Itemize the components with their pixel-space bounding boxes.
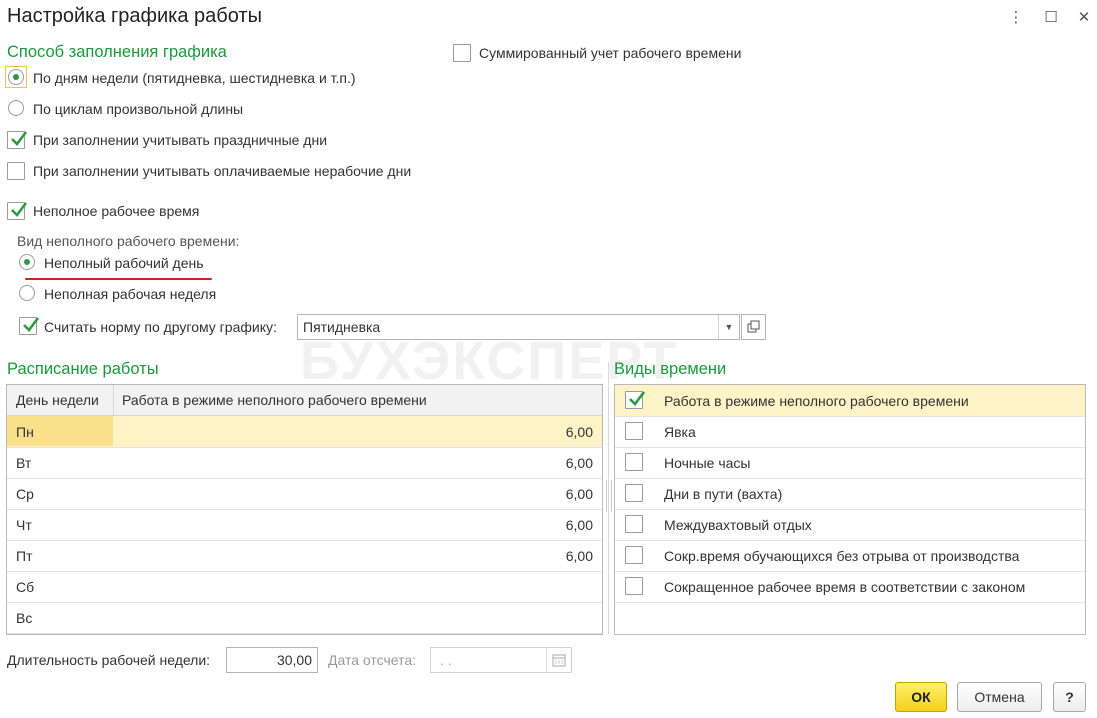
part-time-label: Неполное рабочее время xyxy=(33,203,200,219)
table-row[interactable]: Ср 6,00 xyxy=(7,478,602,510)
time-type-checkbox[interactable] xyxy=(625,453,643,471)
hours-cell: 6,00 xyxy=(565,455,593,471)
time-type-label: Сокр.время обучающихся без отрыва от про… xyxy=(664,548,1020,564)
hours-cell: 6,00 xyxy=(565,424,593,440)
day-cell: Вс xyxy=(16,610,33,626)
schedule-table: День недели Работа в режиме неполного ра… xyxy=(6,384,603,635)
ref-date-input[interactable]: . . xyxy=(430,647,572,673)
list-item[interactable]: Явка xyxy=(615,416,1085,448)
ok-button[interactable]: ОК xyxy=(895,682,947,712)
table-row[interactable]: Чт 6,00 xyxy=(7,509,602,541)
part-time-week-label: Неполная рабочая неделя xyxy=(44,286,217,302)
cancel-button[interactable]: Отмена xyxy=(957,682,1042,712)
day-cell: Пн xyxy=(16,424,34,440)
holidays-checkbox[interactable] xyxy=(7,131,28,149)
list-item[interactable]: Ночные часы xyxy=(615,447,1085,479)
open-schedule-button[interactable] xyxy=(741,314,766,340)
part-time-day-label: Неполный рабочий день xyxy=(44,255,204,271)
list-item[interactable]: Сокр.время обучающихся без отрыва от про… xyxy=(615,540,1085,572)
time-type-checkbox[interactable] xyxy=(625,484,643,502)
list-item[interactable]: Дни в пути (вахта) xyxy=(615,478,1085,510)
hours-cell: 6,00 xyxy=(565,486,593,502)
ref-date-value: . . xyxy=(440,652,452,668)
schedule-title: Расписание работы xyxy=(7,360,159,378)
list-item[interactable]: Работа в режиме неполного рабочего време… xyxy=(615,385,1085,417)
calendar-icon[interactable] xyxy=(546,648,571,672)
list-item[interactable]: Сокращенное рабочее время в соответствии… xyxy=(615,571,1085,603)
time-type-label: Сокращенное рабочее время в соответствии… xyxy=(664,579,1026,595)
more-menu-icon[interactable]: ⋮ xyxy=(1006,8,1026,28)
day-cell: Пт xyxy=(16,548,33,564)
help-button[interactable]: ? xyxy=(1053,682,1086,712)
paid-nonworking-checkbox[interactable] xyxy=(7,162,25,180)
by-weekdays-radio[interactable] xyxy=(8,69,24,85)
time-type-checkbox[interactable] xyxy=(625,577,643,595)
time-type-checkbox[interactable] xyxy=(625,391,646,409)
time-types-title: Виды времени xyxy=(614,360,727,378)
week-length-label: Длительность рабочей недели: xyxy=(7,652,211,668)
time-type-checkbox[interactable] xyxy=(625,546,643,564)
time-type-label: Ночные часы xyxy=(664,455,751,471)
other-schedule-label: Считать норму по другому графику: xyxy=(44,319,277,335)
ref-date-label: Дата отсчета: xyxy=(328,652,417,668)
table-row[interactable]: Сб xyxy=(7,571,602,603)
by-cycles-label: По циклам произвольной длины xyxy=(33,101,244,117)
part-time-checkbox[interactable] xyxy=(7,202,28,220)
schedule-header: День недели Работа в режиме неполного ра… xyxy=(7,385,602,416)
by-cycles-radio[interactable] xyxy=(8,100,24,116)
part-time-day-radio[interactable] xyxy=(19,254,35,270)
day-cell: Сб xyxy=(16,579,35,595)
summed-accounting-label: Суммированный учет рабочего времени xyxy=(479,45,742,61)
panel-splitter[interactable] xyxy=(606,480,612,512)
table-row[interactable]: Пт 6,00 xyxy=(7,540,602,572)
part-time-kind-label: Вид неполного рабочего времени: xyxy=(17,233,240,249)
window-title: Настройка графика работы xyxy=(7,5,262,27)
summed-accounting-checkbox[interactable] xyxy=(453,44,471,62)
holidays-label: При заполнении учитывать праздничные дни xyxy=(33,132,328,148)
time-type-checkbox[interactable] xyxy=(625,515,643,533)
week-length-value: 30,00 xyxy=(276,652,312,668)
table-row[interactable]: Пн 6,00 xyxy=(7,416,602,448)
header-divider xyxy=(113,385,114,415)
time-type-checkbox[interactable] xyxy=(625,422,643,440)
day-cell: Ср xyxy=(16,486,34,502)
time-type-label: Междувахтовый отдых xyxy=(664,517,812,533)
part-time-week-radio[interactable] xyxy=(19,285,35,301)
table-row[interactable]: Вт 6,00 xyxy=(7,447,602,479)
week-length-input[interactable]: 30,00 xyxy=(226,647,318,673)
time-types-list: Работа в режиме неполного рабочего време… xyxy=(614,384,1086,635)
time-type-label: Работа в режиме неполного рабочего време… xyxy=(664,393,969,409)
hours-cell: 6,00 xyxy=(565,517,593,533)
by-weekdays-label: По дням недели (пятидневка, шестидневка … xyxy=(33,70,356,86)
time-type-label: Явка xyxy=(664,424,696,440)
close-icon[interactable]: ✕ xyxy=(1074,8,1094,28)
checkmark-icon xyxy=(11,202,28,217)
day-cell: Чт xyxy=(16,517,32,533)
col-day-header[interactable]: День недели xyxy=(16,392,99,408)
day-cell: Вт xyxy=(16,455,32,471)
red-underline xyxy=(25,278,212,280)
fill-method-title: Способ заполнения графика xyxy=(7,43,227,61)
checkmark-icon xyxy=(11,131,28,146)
open-icon xyxy=(747,320,760,333)
checkmark-icon xyxy=(23,317,40,332)
maximize-icon[interactable]: ☐ xyxy=(1041,8,1061,28)
hours-cell: 6,00 xyxy=(565,548,593,564)
paid-nonworking-label: При заполнении учитывать оплачиваемые не… xyxy=(33,163,412,179)
time-type-label: Дни в пути (вахта) xyxy=(664,486,783,502)
list-item[interactable]: Междувахтовый отдых xyxy=(615,509,1085,541)
table-row[interactable]: Вс xyxy=(7,602,602,634)
col-hours-header[interactable]: Работа в режиме неполного рабочего време… xyxy=(122,392,427,408)
chevron-down-icon[interactable]: ▼ xyxy=(718,315,739,339)
other-schedule-checkbox[interactable] xyxy=(19,317,40,335)
checkmark-icon xyxy=(629,391,646,406)
